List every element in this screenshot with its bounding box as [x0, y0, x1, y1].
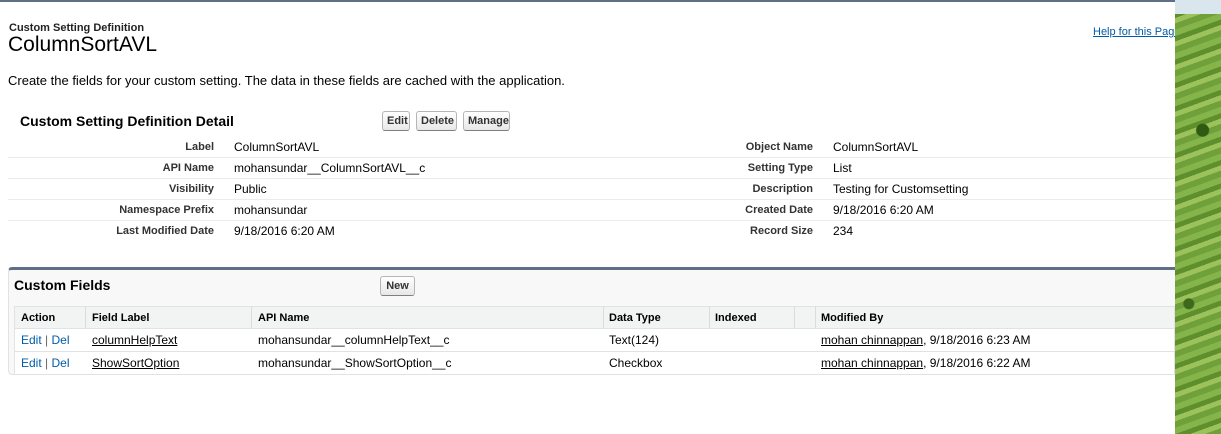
field-value: Testing for Customsetting	[833, 182, 969, 196]
detail-row: Label ColumnSortAVL Object Name ColumnSo…	[8, 137, 1175, 158]
column-divider	[603, 307, 604, 328]
field-label: Created Date	[745, 204, 813, 216]
detail-row: Last Modified Date 9/18/2016 6:20 AM Rec…	[8, 221, 1175, 242]
page-title: ColumnSortAVL	[8, 33, 158, 56]
detail-row: Namespace Prefix mohansundar Created Dat…	[8, 200, 1175, 221]
edit-field-link[interactable]: Edit	[21, 333, 42, 347]
custom-fields-heading: Custom Fields	[14, 277, 111, 293]
field-label: API Name	[162, 162, 214, 174]
field-label: Description	[752, 183, 813, 195]
data-type-cell: Checkbox	[609, 356, 663, 370]
help-link[interactable]: Help for this Page	[1093, 26, 1175, 38]
field-value: mohansundar__ColumnSortAVL__c	[234, 161, 426, 175]
api-name-cell: mohansundar__ShowSortOption__c	[258, 356, 452, 370]
modified-by-user-link[interactable]: mohan chinnappan	[821, 333, 923, 347]
field-value: 9/18/2016 6:20 AM	[234, 224, 335, 238]
action-separator: |	[45, 333, 49, 347]
table-row: Edit | Del ShowSortOption mohansundar__S…	[14, 352, 1175, 375]
row-actions: Edit | Del	[21, 333, 70, 347]
column-divider	[85, 307, 86, 328]
modified-by-cell: mohan chinnappan, 9/18/2016 6:23 AM	[821, 333, 1031, 347]
field-value: ColumnSortAVL	[234, 140, 320, 154]
field-label: Last Modified Date	[116, 225, 214, 237]
column-header-api-name[interactable]: API Name	[258, 312, 309, 324]
column-divider	[815, 307, 816, 328]
row-actions: Edit | Del	[21, 356, 70, 370]
field-value: ColumnSortAVL	[833, 140, 919, 154]
top-border	[0, 0, 1175, 2]
background-photo	[1175, 0, 1221, 434]
modified-by-cell: mohan chinnappan, 9/18/2016 6:22 AM	[821, 356, 1031, 370]
column-header-field-label[interactable]: Field Label	[92, 312, 149, 324]
field-label: Namespace Prefix	[119, 204, 214, 216]
column-header-action: Action	[21, 312, 56, 324]
modified-date: , 9/18/2016 6:22 AM	[923, 356, 1031, 370]
delete-field-link[interactable]: Del	[52, 333, 70, 347]
edit-button[interactable]: Edit	[382, 111, 410, 131]
delete-field-link[interactable]: Del	[52, 356, 70, 370]
background-photo-sky	[1175, 0, 1221, 14]
column-divider	[709, 307, 710, 328]
field-label: Visibility	[168, 183, 214, 195]
table-header: Action Field Label API Name Data Type In…	[14, 306, 1175, 329]
field-value: 234	[833, 224, 854, 238]
manage-button[interactable]: Manage	[463, 111, 510, 131]
column-divider	[794, 307, 795, 328]
table-row: Edit | Del columnHelpText mohansundar__c…	[14, 329, 1175, 352]
field-label: Record Size	[750, 225, 813, 237]
field-value: 9/18/2016 6:20 AM	[833, 203, 934, 217]
field-label: Object Name	[745, 141, 813, 153]
field-value: Public	[234, 182, 267, 196]
page-description: Create the fields for your custom settin…	[8, 73, 565, 88]
new-field-button[interactable]: New	[380, 276, 415, 296]
field-value: mohansundar	[234, 203, 308, 217]
detail-row: Visibility Public Description Testing fo…	[8, 179, 1175, 200]
field-label-link[interactable]: columnHelpText	[92, 333, 177, 347]
column-header-data-type[interactable]: Data Type	[609, 312, 661, 324]
field-value: List	[833, 161, 852, 175]
field-label: Label	[185, 141, 214, 153]
action-separator: |	[45, 356, 49, 370]
column-header-modified-by[interactable]: Modified By	[821, 312, 883, 324]
api-name-cell: mohansundar__columnHelpText__c	[258, 333, 450, 347]
detail-section-heading: Custom Setting Definition Detail	[20, 113, 234, 129]
field-label: Setting Type	[747, 162, 813, 174]
data-type-cell: Text(124)	[609, 333, 660, 347]
modified-by-user-link[interactable]: mohan chinnappan	[821, 356, 923, 370]
delete-button[interactable]: Delete	[416, 111, 457, 131]
edit-field-link[interactable]: Edit	[21, 356, 42, 370]
field-label-link[interactable]: ShowSortOption	[92, 356, 179, 370]
column-header-indexed[interactable]: Indexed	[715, 312, 757, 324]
detail-row: API Name mohansundar__ColumnSortAVL__c S…	[8, 158, 1175, 179]
modified-date: , 9/18/2016 6:23 AM	[923, 333, 1031, 347]
column-divider	[251, 307, 252, 328]
